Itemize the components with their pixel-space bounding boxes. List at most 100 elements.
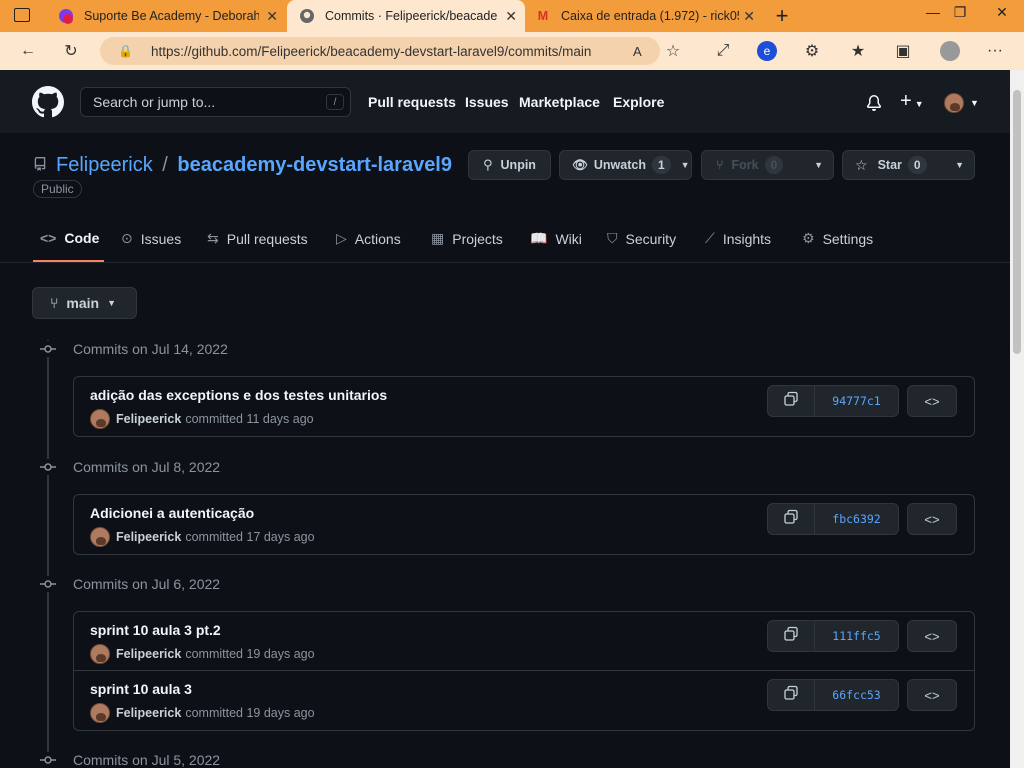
- book-icon: 📖: [530, 230, 548, 246]
- commit-row: adição das exceptions e dos testes unita…: [74, 377, 974, 436]
- unwatch-button[interactable]: 👁 Unwatch 1 ▼: [559, 150, 692, 180]
- commit-group-date: Commits on Jul 6, 2022: [73, 576, 221, 592]
- copy-sha-button[interactable]: [767, 679, 815, 711]
- tab-label: Wiki: [555, 230, 582, 247]
- branch-selector[interactable]: ⑂ main ▼: [32, 287, 137, 319]
- commit-sha-link[interactable]: 94777c1: [815, 385, 899, 417]
- github-logo-icon[interactable]: [32, 86, 64, 123]
- commit-actions: fbc6392 <>: [767, 503, 957, 535]
- gear-icon: ⚙: [802, 230, 815, 246]
- close-icon[interactable]: ✕: [266, 8, 278, 25]
- commit-list: adição das exceptions e dos testes unita…: [73, 376, 975, 437]
- copy-sha-button[interactable]: [767, 385, 815, 417]
- repo-name-link[interactable]: beacademy-devstart-laravel9: [177, 154, 452, 176]
- collections-icon[interactable]: ▣: [888, 37, 918, 65]
- search-input[interactable]: Search or jump to... /: [80, 87, 351, 117]
- star-button[interactable]: ☆ Star 0 ▼: [842, 150, 975, 180]
- immersive-reader-icon[interactable]: ⤢: [708, 37, 738, 65]
- avatar[interactable]: [90, 527, 110, 547]
- chevron-down-icon: ▼: [680, 160, 690, 170]
- browse-repo-button[interactable]: <>: [907, 503, 957, 535]
- commit-time: committed 11 days ago: [185, 412, 314, 426]
- avatar[interactable]: [90, 644, 110, 664]
- chevron-down-icon[interactable]: ▼: [955, 160, 964, 170]
- avatar[interactable]: ▼: [944, 93, 979, 113]
- commit-actions: 66fcc53 <>: [767, 679, 957, 711]
- browser-tab-suporte[interactable]: Suporte Be Academy - Deborah ✕: [50, 0, 286, 32]
- bell-icon[interactable]: [866, 95, 882, 116]
- commit-icon: [40, 459, 56, 475]
- extension-icon[interactable]: e: [752, 37, 782, 65]
- tab-issues[interactable]: ⊙ Issues: [121, 230, 181, 247]
- extensions-icon[interactable]: ⚙: [797, 37, 827, 65]
- commit-group-date: Commits on Jul 14, 2022: [73, 341, 228, 357]
- tab-wiki[interactable]: 📖 Wiki: [530, 230, 582, 247]
- close-window-button[interactable]: ✕: [985, 0, 1019, 24]
- repo-icon: [33, 156, 47, 177]
- unwatch-label: Unwatch: [593, 158, 646, 172]
- browser-tab-gmail[interactable]: M Caixa de entrada (1.972) - rick05 ✕: [527, 0, 763, 32]
- commit-sha-link[interactable]: fbc6392: [815, 503, 899, 535]
- copy-sha-button[interactable]: [767, 503, 815, 535]
- tab-actions[interactable]: ▷ Actions: [336, 230, 401, 247]
- copy-sha-button[interactable]: [767, 620, 815, 652]
- profile-icon[interactable]: [935, 37, 965, 65]
- branch-label: main: [66, 295, 100, 311]
- commit-author-link[interactable]: Felipeerick: [116, 706, 181, 720]
- more-icon[interactable]: ···: [980, 37, 1010, 65]
- commit-sha-link[interactable]: 111ffc5: [815, 620, 899, 652]
- maximize-button[interactable]: ❐: [943, 0, 977, 24]
- tab-insights[interactable]: ⟋ Insights: [705, 230, 771, 247]
- scrollbar-thumb[interactable]: [1013, 90, 1021, 354]
- commit-message-link[interactable]: sprint 10 aula 3 pt.2: [90, 622, 221, 638]
- pin-icon: ⚲: [483, 157, 493, 172]
- unpin-button[interactable]: ⚲ Unpin: [468, 150, 551, 180]
- commit-author-link[interactable]: Felipeerick: [116, 647, 181, 661]
- code-icon: <>: [40, 230, 57, 246]
- commit-message-link[interactable]: adição das exceptions e dos testes unita…: [90, 387, 387, 403]
- tab-actions-icon[interactable]: [14, 8, 30, 22]
- nav-pull-requests[interactable]: Pull requests: [368, 94, 456, 110]
- commit-author-link[interactable]: Felipeerick: [116, 530, 181, 544]
- tab-label: Security: [625, 230, 677, 247]
- favorites-icon[interactable]: ★: [843, 37, 873, 65]
- tab-pull-requests[interactable]: ⇆ Pull requests: [207, 230, 308, 247]
- address-bar[interactable]: 🔒 https://github.com/Felipeerick/beacade…: [100, 37, 660, 65]
- commit-list: sprint 10 aula 3 pt.2 Felipeerick committ…: [73, 611, 975, 731]
- nav-marketplace[interactable]: Marketplace: [519, 94, 600, 110]
- tab-projects[interactable]: ▦ Projects: [431, 230, 503, 247]
- pull-request-icon: ⇆: [207, 230, 219, 246]
- avatar[interactable]: [90, 703, 110, 723]
- tab-security[interactable]: ⛉ Security: [607, 230, 676, 247]
- browse-repo-button[interactable]: <>: [907, 385, 957, 417]
- star-icon: ☆: [855, 156, 868, 173]
- browse-repo-button[interactable]: <>: [907, 679, 957, 711]
- tab-code[interactable]: <> Code: [40, 230, 99, 246]
- commit-sha-link[interactable]: 66fcc53: [815, 679, 899, 711]
- browser-tab-commits[interactable]: Commits · Felipeerick/beacadem ✕: [287, 0, 525, 32]
- back-icon[interactable]: ←: [13, 37, 43, 65]
- create-new-icon[interactable]: + ▼: [900, 90, 924, 113]
- favorite-add-icon[interactable]: ☆: [658, 37, 688, 65]
- commit-author-link[interactable]: Felipeerick: [116, 412, 181, 426]
- tab-settings[interactable]: ⚙ Settings: [802, 230, 873, 247]
- browse-repo-button[interactable]: <>: [907, 620, 957, 652]
- commit-message-link[interactable]: sprint 10 aula 3: [90, 681, 192, 697]
- star-count: 0: [907, 156, 927, 174]
- close-icon[interactable]: ✕: [743, 8, 755, 25]
- new-tab-button[interactable]: +: [765, 2, 799, 30]
- repo-owner-link[interactable]: Felipeerick: [56, 154, 153, 176]
- nav-issues[interactable]: Issues: [465, 94, 509, 110]
- fork-button[interactable]: ⑂ Fork 0 ▼: [701, 150, 834, 180]
- read-aloud-icon[interactable]: A: [633, 44, 642, 59]
- close-icon[interactable]: ✕: [505, 8, 517, 25]
- star-label: Star: [877, 158, 902, 172]
- chevron-down-icon[interactable]: ▼: [814, 160, 823, 170]
- code-icon: <>: [924, 511, 940, 527]
- commit-message-link[interactable]: Adicionei a autenticação: [90, 505, 254, 521]
- avatar[interactable]: [90, 409, 110, 429]
- nav-explore[interactable]: Explore: [613, 94, 664, 110]
- play-icon: ▷: [336, 230, 347, 246]
- search-shortcut-hint: /: [326, 94, 344, 110]
- refresh-icon[interactable]: ↻: [56, 37, 86, 65]
